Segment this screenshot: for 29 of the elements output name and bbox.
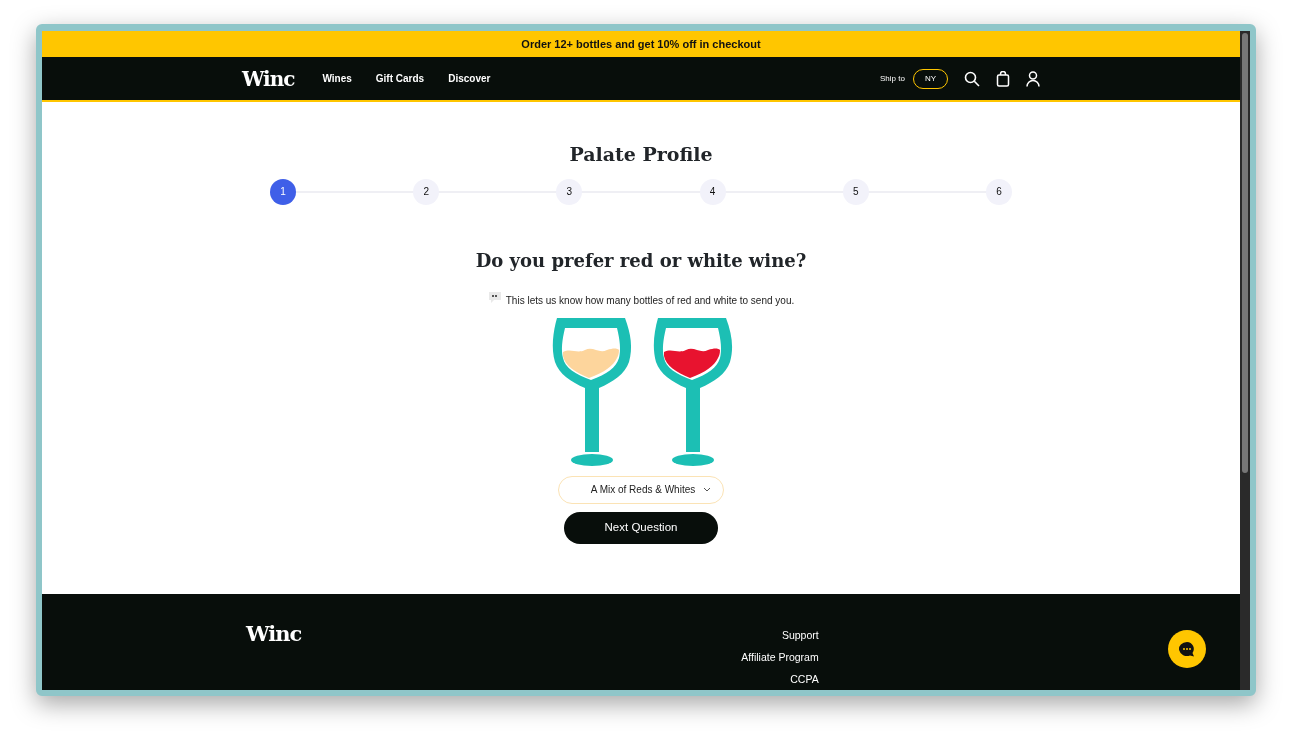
chat-bubble-icon (1178, 641, 1196, 657)
promo-banner: Order 12+ bottles and get 10% off in checkout (42, 31, 1240, 57)
nav-link[interactable]: Gift Cards (375, 71, 425, 86)
search-icon[interactable] (964, 70, 980, 87)
shopping-bag-icon[interactable] (996, 70, 1010, 87)
footer-link[interactable]: Support (781, 628, 819, 644)
step-indicator[interactable]: 3 (556, 178, 583, 205)
chat-button[interactable] (1168, 630, 1206, 668)
next-question-button[interactable]: Next Question (564, 511, 718, 544)
step-indicator[interactable]: 4 (699, 178, 726, 205)
ship-to-label: Ship to (879, 72, 905, 85)
question-heading: Do you prefer red or white wine? (475, 248, 807, 273)
nav-link[interactable]: Wines (322, 71, 352, 86)
scrollbar[interactable] (1240, 31, 1250, 690)
user-icon[interactable] (1026, 70, 1040, 87)
step-indicator[interactable]: 1 (270, 178, 296, 205)
step-indicator[interactable]: 6 (985, 178, 1012, 205)
speech-bubble-icon (487, 289, 502, 304)
logo[interactable]: Winc (242, 63, 295, 94)
chevron-down-icon (703, 486, 711, 493)
step-indicator[interactable]: 5 (842, 178, 869, 205)
footer-link[interactable]: CCPA (790, 671, 819, 688)
footer-link[interactable]: Affiliate Program (741, 649, 819, 666)
page-title: Palate Profile (569, 142, 713, 167)
hint-text: This lets us know how many bottles of red and white to send you. (505, 293, 795, 308)
nav-link[interactable]: Discover (448, 71, 491, 86)
footer-logo[interactable]: Winc (246, 618, 302, 650)
step-indicator[interactable]: 2 (413, 178, 440, 205)
wine-mix-select[interactable]: A Mix of Reds & Whites (558, 475, 724, 504)
